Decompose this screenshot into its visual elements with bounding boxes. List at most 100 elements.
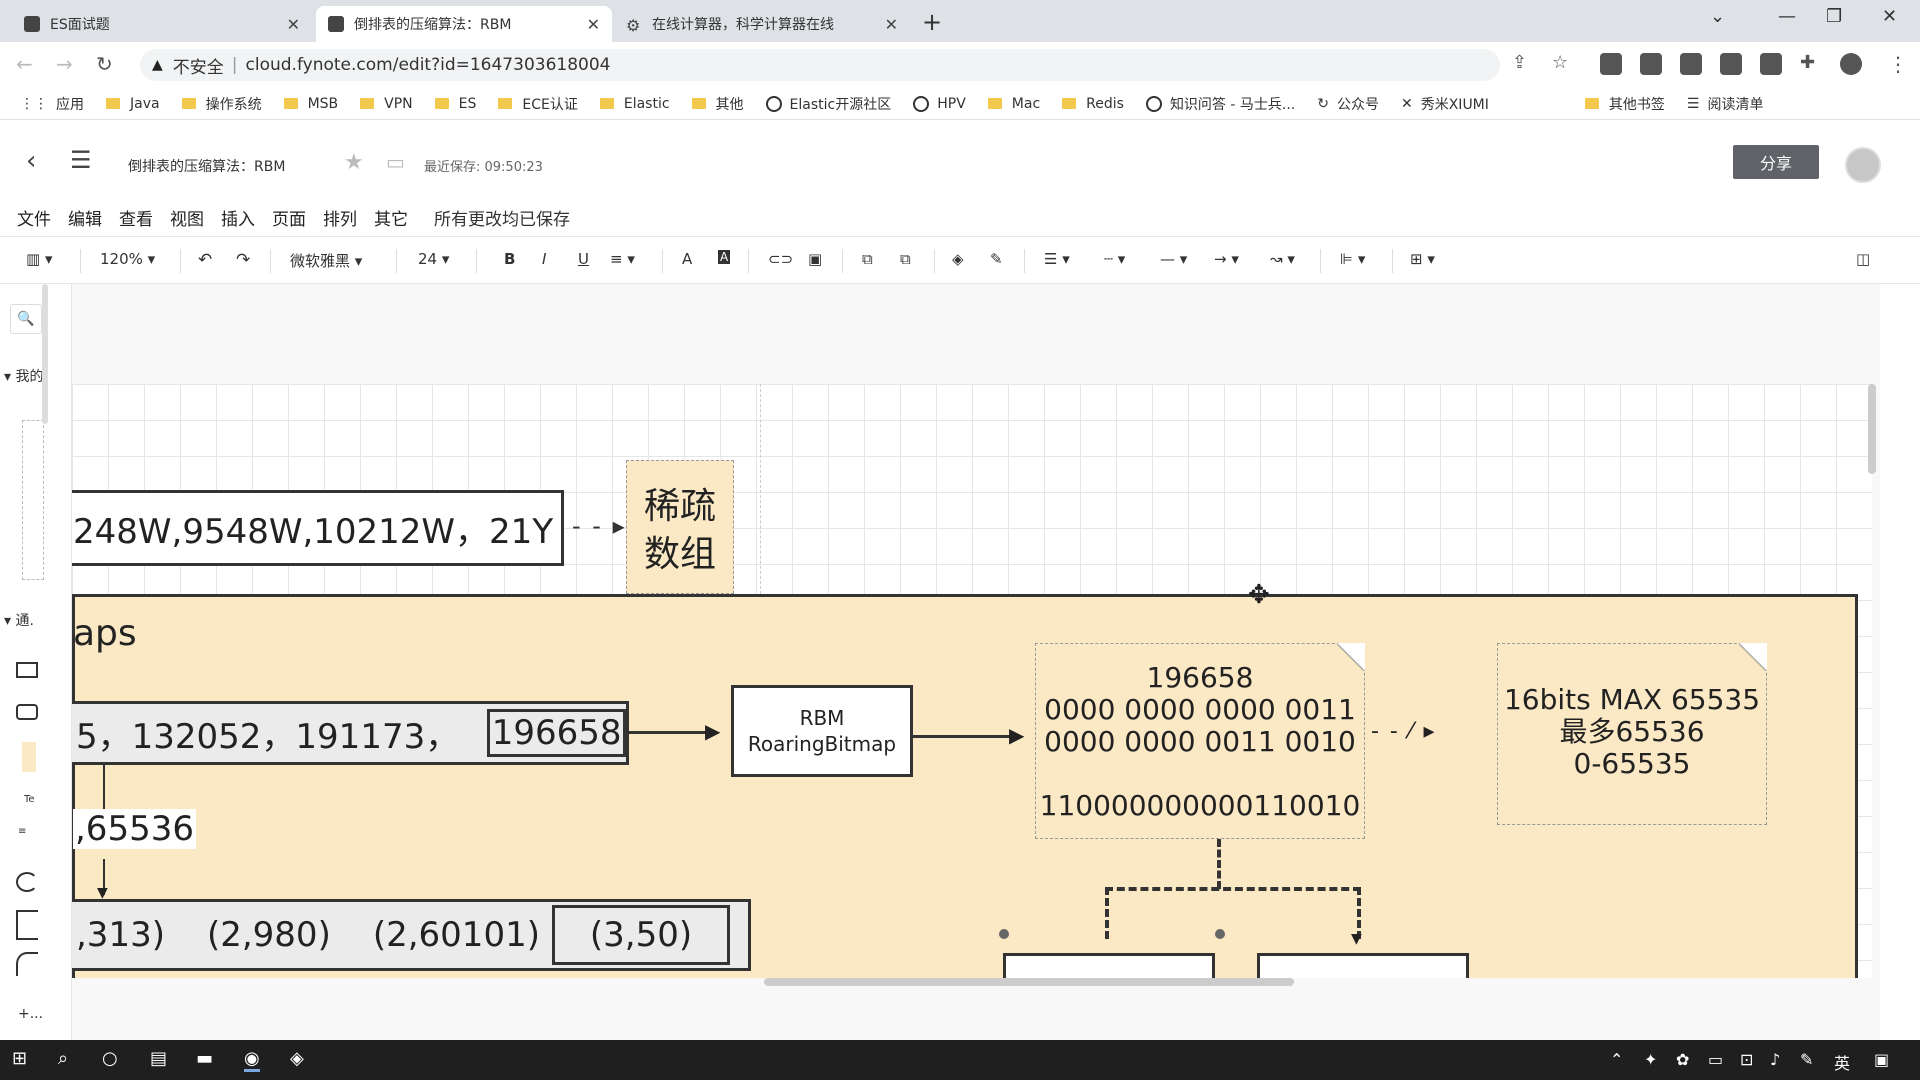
app-icon[interactable]: ◈: [290, 1048, 304, 1069]
align-icon[interactable]: ≡ ▾: [610, 250, 635, 268]
bookmark-es[interactable]: ES: [434, 96, 476, 112]
bookmark-mac[interactable]: Mac: [987, 96, 1040, 112]
bookmark-elastic[interactable]: Elastic: [599, 96, 670, 112]
table-icon[interactable]: ⊞ ▾: [1410, 250, 1435, 268]
selection-handle[interactable]: [1215, 929, 1225, 939]
bookmark-vpn[interactable]: VPN: [360, 96, 413, 112]
font-size-select[interactable]: 24 ▾: [418, 250, 449, 268]
bold-button[interactable]: B: [504, 250, 515, 268]
line-style-icon[interactable]: — ▾: [1160, 250, 1187, 268]
image-icon[interactable]: ▣: [808, 250, 822, 268]
line-width-icon[interactable]: ☰ ▾: [1044, 250, 1070, 268]
tray-app-icon[interactable]: ✿: [1676, 1050, 1689, 1069]
zoom-select[interactable]: 120% ▾: [100, 250, 155, 268]
align-shapes-icon[interactable]: ⊫ ▾: [1340, 250, 1365, 268]
bookmark-wechat[interactable]: ↻ 公众号: [1317, 94, 1379, 114]
line-dash-icon[interactable]: ┄ ▾: [1104, 250, 1125, 268]
menu-arrange[interactable]: 排列: [323, 205, 357, 230]
hamburger-menu-icon[interactable]: ☰: [70, 146, 92, 174]
close-icon[interactable]: ✕: [885, 15, 898, 34]
menu-view[interactable]: 查看: [119, 205, 153, 230]
highlight-pair-box[interactable]: (3,50): [551, 905, 730, 965]
roaring-bitmaps-container[interactable]: aps 5，132052，191173， 196658 ,65536 ▼ ,31…: [72, 594, 1858, 1014]
layout-panel-icon[interactable]: ▥ ▾: [26, 250, 52, 268]
bookmark-qa[interactable]: 知识问答 - 马士兵...: [1145, 94, 1295, 114]
menu-other[interactable]: 其它: [374, 205, 408, 230]
bookmark-other[interactable]: 其他: [691, 94, 744, 114]
note-shape[interactable]: [22, 742, 36, 772]
italic-button[interactable]: I: [542, 250, 546, 268]
bookmark-msb[interactable]: MSB: [283, 96, 338, 112]
puzzle-icon[interactable]: ✚: [1800, 52, 1815, 73]
minimize-button[interactable]: —: [1778, 6, 1796, 27]
tray-app-icon[interactable]: ✦: [1644, 1050, 1657, 1069]
ellipse-shape[interactable]: [16, 872, 38, 892]
forward-arrow-icon[interactable]: →: [56, 52, 73, 76]
restore-button[interactable]: ❐: [1826, 6, 1842, 27]
highlight-value-box[interactable]: 196658: [487, 709, 626, 757]
share-page-icon[interactable]: ⇪: [1512, 52, 1527, 73]
bookmark-os[interactable]: 操作系统: [181, 94, 262, 114]
address-bar[interactable]: ▲ 不安全 | cloud.fynote.com/edit?id=1647303…: [140, 49, 1500, 81]
bookmark-apps[interactable]: ⋮⋮ 应用: [20, 94, 84, 114]
pen-icon[interactable]: ✎: [1800, 1050, 1813, 1069]
bookmark-other-bookmarks[interactable]: 其他书签: [1584, 94, 1665, 114]
search-icon[interactable]: ⌕: [58, 1048, 68, 1069]
menu-layout-view[interactable]: 视图: [170, 205, 204, 230]
tab-es-interview[interactable]: ES面试题 ✕: [12, 6, 312, 42]
tab-rbm[interactable]: 倒排表的压缩算法：RBM ✕: [316, 6, 612, 42]
send-back-icon[interactable]: ⧉: [900, 250, 911, 268]
volume-icon[interactable]: ♪: [1770, 1050, 1780, 1069]
redo-icon[interactable]: ↷: [236, 250, 250, 270]
folder-move-icon[interactable]: ▭: [386, 150, 405, 174]
fill-color-icon[interactable]: ◈: [952, 250, 964, 268]
bring-front-icon[interactable]: ⧉: [862, 250, 873, 268]
rounded-rectangle-shape[interactable]: [16, 704, 38, 720]
bookmark-hpv[interactable]: HPV: [913, 95, 966, 112]
rbm-box[interactable]: RBM RoaringBitmap: [731, 685, 913, 777]
terminal-icon[interactable]: ▤: [150, 1048, 167, 1069]
square-shape[interactable]: [16, 910, 38, 940]
max-value-note[interactable]: 16bits MAX 65535 最多65536 0-65535: [1497, 643, 1767, 825]
file-explorer-icon[interactable]: ▬: [196, 1048, 213, 1069]
my-shapes-dropzone[interactable]: [22, 420, 44, 580]
selection-handle[interactable]: [999, 929, 1009, 939]
more-shapes-button[interactable]: +...: [18, 1006, 43, 1022]
star-icon[interactable]: ★: [344, 150, 364, 175]
my-shapes-section[interactable]: ▾ 我的: [4, 366, 43, 386]
pairs-row-box[interactable]: ,313) (2,980) (2,60101) (3,50): [72, 899, 751, 971]
bookmark-xiumi[interactable]: ✕ 秀米XIUMI: [1401, 94, 1489, 114]
diagram-canvas[interactable]: 248W,9548W,10212W，21Y - - ▸ 稀疏 数组 aps 5，…: [72, 284, 1880, 1040]
menu-file[interactable]: 文件: [17, 205, 51, 230]
values-row-box[interactable]: 5，132052，191173， 196658: [72, 701, 629, 765]
extension-icon[interactable]: [1640, 53, 1662, 75]
arrow-style-icon[interactable]: → ▾: [1214, 250, 1239, 268]
line-color-icon[interactable]: ✎: [990, 250, 1003, 268]
font-color-button[interactable]: A: [682, 250, 692, 268]
notification-icon[interactable]: ▣: [1874, 1050, 1889, 1069]
extension-icon[interactable]: [1600, 53, 1622, 75]
document-title[interactable]: 倒排表的压缩算法：RBM: [128, 156, 285, 176]
close-icon[interactable]: ✕: [587, 15, 600, 34]
chrome-icon[interactable]: ◉: [244, 1048, 260, 1072]
close-icon[interactable]: ✕: [287, 15, 300, 34]
text-background-icon[interactable]: A: [718, 250, 731, 264]
task-view-icon[interactable]: ○: [102, 1048, 118, 1069]
menu-page[interactable]: 页面: [272, 205, 306, 230]
reload-icon[interactable]: ↻: [96, 52, 113, 76]
battery-icon[interactable]: ▭: [1708, 1050, 1723, 1069]
rectangle-shape[interactable]: [16, 662, 38, 678]
vertical-scrollbar[interactable]: [1868, 384, 1876, 474]
input-method-icon[interactable]: 英: [1834, 1050, 1850, 1074]
right-panel-toggle-icon[interactable]: ◫: [1856, 250, 1870, 268]
avatar[interactable]: [1845, 147, 1881, 183]
close-window-button[interactable]: ✕: [1882, 6, 1897, 27]
panel-scrollbar[interactable]: [42, 284, 48, 424]
chevron-up-icon[interactable]: ⌃: [1610, 1050, 1623, 1069]
bookmark-reading-list[interactable]: ☰ 阅读清单: [1687, 94, 1764, 114]
text-shape[interactable]: Te: [24, 794, 35, 805]
extension-icon[interactable]: [1720, 53, 1742, 75]
undo-icon[interactable]: ↶: [198, 250, 212, 270]
tab-calculator[interactable]: ⚙ 在线计算器，科学计算器在线 ✕: [614, 6, 910, 42]
new-tab-button[interactable]: +: [922, 8, 942, 36]
